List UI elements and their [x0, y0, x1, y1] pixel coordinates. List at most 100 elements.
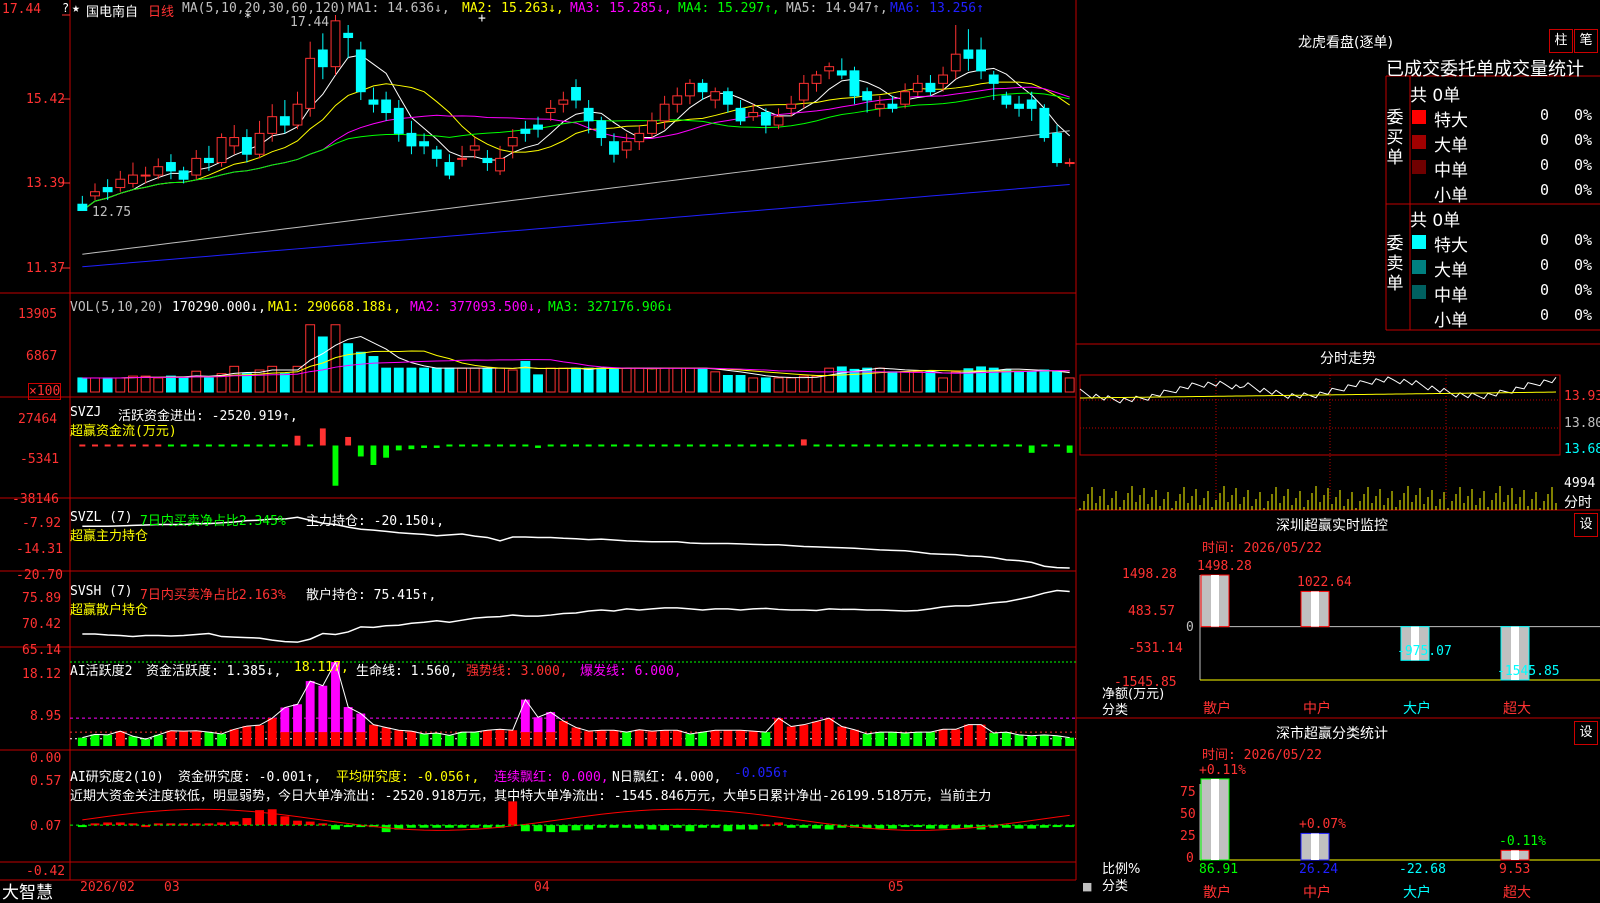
volume-bar	[406, 367, 417, 393]
activity-bar	[888, 732, 897, 746]
volume-bar	[1026, 371, 1037, 393]
candle	[102, 187, 113, 193]
vol-axis-1: 6867	[26, 349, 58, 364]
fund-flow-bar	[294, 435, 301, 446]
fund-flow-bar	[332, 445, 339, 486]
candle	[153, 166, 164, 176]
fund-flow-bar	[471, 444, 478, 447]
volume-bar	[1014, 371, 1024, 393]
svzj-axis-1: -5341	[20, 452, 60, 467]
fund-flow-bar	[535, 445, 541, 448]
bar-mode-button[interactable]: 柱	[1549, 29, 1573, 53]
stock-name[interactable]: 国电南自	[86, 1, 138, 20]
activity-bar	[660, 730, 670, 746]
intraday-axis-0: 13.93	[1564, 389, 1600, 404]
szc-category-label: 中户	[1303, 885, 1331, 901]
ai2-note: 近期大资金关注度较低，明显弱势，今日大单净流出: -2520.918万元，其中特…	[70, 789, 992, 804]
sell-row-count: 0	[1540, 256, 1550, 274]
lock-icon[interactable]: ■	[1082, 880, 1092, 893]
activity-bar	[875, 732, 885, 746]
fund-flow-bar	[547, 444, 554, 447]
fund-flow-bar	[1028, 445, 1035, 453]
szc-category-label: 超大	[1503, 885, 1531, 901]
fund-flow-bar	[1054, 444, 1061, 447]
ai2-b: 平均研究度: -0.056↑,	[336, 770, 480, 785]
research-bar	[293, 820, 302, 826]
fund-flow-bar	[129, 444, 136, 447]
fund-flow-bar	[421, 445, 427, 448]
volume-bar	[786, 377, 797, 393]
candle	[545, 107, 556, 114]
candle	[1064, 162, 1075, 165]
ai2-label: AI研究度2(10)	[70, 770, 164, 785]
fund-flow-bar	[838, 444, 845, 447]
candle	[596, 120, 607, 139]
volume-bar	[469, 367, 480, 393]
ma-params: MA(5,10,20,30,60,120)	[182, 1, 347, 16]
activity-bar	[837, 726, 847, 746]
candle	[469, 145, 480, 151]
research-bar	[280, 816, 290, 826]
activity-bar	[141, 739, 151, 746]
activity-bar	[989, 733, 999, 746]
research-bar	[875, 825, 885, 829]
activity-bar	[596, 730, 606, 746]
sell-row-name: 特大	[1434, 236, 1468, 256]
candle	[824, 66, 835, 72]
research-bar	[584, 825, 594, 830]
svzj-axis-2: -38146	[12, 492, 59, 507]
research-bar	[824, 825, 834, 830]
activity-bar	[647, 731, 657, 746]
volume-bar	[140, 375, 151, 393]
candle	[697, 82, 708, 93]
buy-row-color-icon	[1412, 135, 1426, 149]
fund-flow-bar	[990, 444, 997, 447]
volume-bar	[279, 373, 290, 393]
fund-flow-bar	[446, 444, 453, 447]
szc-change-label: -0.11%	[1499, 834, 1546, 850]
volume-bar	[811, 375, 822, 393]
volume-bar	[229, 365, 240, 393]
sz-monitor-time: 时间: 2026/05/22	[1202, 541, 1322, 556]
svzl-label: SVZL (7)	[70, 510, 133, 525]
sz-category-label: 散户	[1203, 701, 1231, 717]
buy-row-name: 特大	[1434, 111, 1468, 131]
activity-bar-base	[343, 732, 353, 746]
main-chart-canvas[interactable]	[0, 0, 1600, 900]
fund-flow-bar	[952, 444, 959, 447]
activity-bar	[900, 733, 910, 746]
period-label[interactable]: 日线	[148, 1, 174, 20]
sz-class-settings-button[interactable]: 设	[1574, 721, 1598, 745]
menu-icon[interactable]: ?	[62, 1, 69, 15]
buy-row-color-icon	[1412, 110, 1426, 124]
candle	[520, 128, 531, 134]
candle	[760, 112, 771, 126]
candle	[672, 95, 683, 105]
research-bar	[660, 825, 670, 831]
candle	[229, 137, 240, 147]
fund-flow-bar	[269, 444, 276, 447]
stock-star-icon: ★	[72, 1, 80, 16]
fund-flow-bar	[712, 444, 719, 447]
volume-bar	[1001, 369, 1012, 393]
activity-bar-base	[331, 732, 340, 746]
vol-value: 170290.000↓,	[172, 300, 266, 315]
research-bar	[888, 825, 897, 829]
volume-bar	[621, 367, 632, 393]
tick-mode-button[interactable]: 笔	[1574, 29, 1598, 53]
sz-monitor-settings-button[interactable]: 设	[1574, 513, 1598, 537]
fund-flow-bar	[117, 444, 124, 447]
candle	[950, 53, 961, 72]
buy-row-name: 大单	[1434, 136, 1468, 156]
activity-bar	[584, 731, 594, 746]
sz-bar-value: -1545.85	[1497, 664, 1560, 679]
svzj-label: SVZJ	[70, 405, 102, 420]
candle	[988, 74, 999, 84]
candle	[292, 103, 303, 126]
sz-category-label: 大户	[1403, 701, 1431, 717]
fund-flow-bar	[661, 444, 668, 447]
app-logo[interactable]: 大智慧	[2, 878, 53, 903]
buy-row-count: 0	[1540, 156, 1550, 174]
fund-flow-bar	[205, 444, 212, 447]
fund-flow-bar	[1016, 444, 1023, 447]
